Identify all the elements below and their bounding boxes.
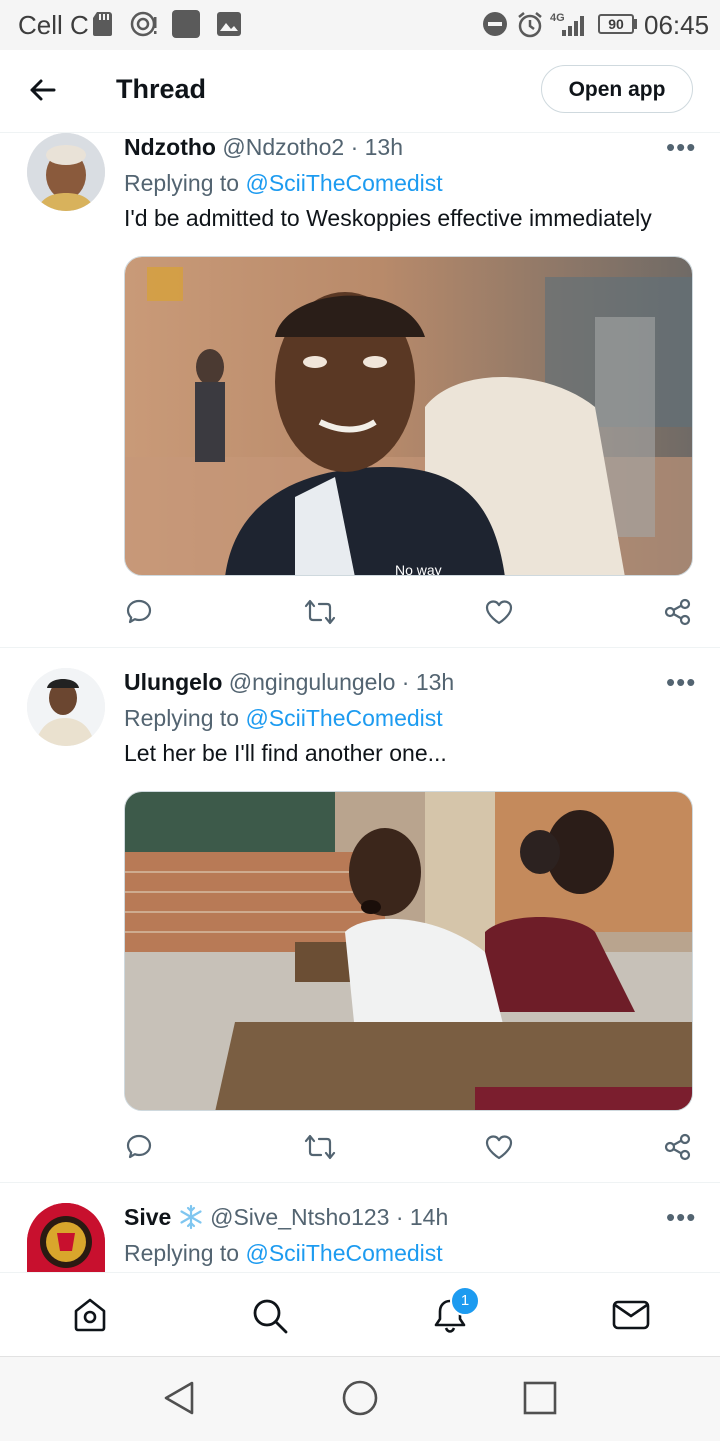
do-not-disturb-icon bbox=[483, 12, 507, 36]
status-bar: Cell C 4G 90 06:45 bbox=[0, 0, 720, 50]
back-triangle-icon[interactable] bbox=[162, 1380, 196, 1416]
tweet-author[interactable]: Ulungelo @ngingulungelo · 13h bbox=[124, 669, 454, 696]
home-icon[interactable] bbox=[72, 1297, 108, 1333]
replying-to: Replying to @SciiTheComedist bbox=[124, 170, 443, 197]
app-notification-icon bbox=[172, 10, 200, 38]
tweet-time: · 13h bbox=[350, 134, 403, 160]
author-handle: @Sive_Ntsho123 bbox=[210, 1204, 390, 1230]
share-icon[interactable] bbox=[664, 598, 692, 626]
tweet-divider bbox=[0, 647, 720, 648]
mention-link[interactable]: @SciiTheComedist bbox=[245, 1240, 442, 1266]
sd-card-icon bbox=[93, 12, 112, 36]
search-icon[interactable] bbox=[251, 1297, 289, 1335]
tweet-author[interactable]: Sive @Sive_Ntsho123 · 14h bbox=[124, 1204, 448, 1231]
recents-square-icon[interactable] bbox=[522, 1380, 558, 1416]
home-circle-icon[interactable] bbox=[341, 1379, 379, 1417]
mention-link[interactable]: @SciiTheComedist bbox=[245, 705, 442, 731]
avatar-photo bbox=[27, 1203, 105, 1272]
tweet-image[interactable]: No way bbox=[124, 256, 693, 576]
more-options-icon[interactable]: ••• bbox=[666, 667, 696, 698]
meme-photo-man: No way bbox=[125, 257, 692, 576]
more-options-icon[interactable]: ••• bbox=[666, 132, 696, 163]
messages-icon[interactable] bbox=[612, 1299, 650, 1331]
like-icon[interactable] bbox=[485, 599, 513, 625]
avatar-photo bbox=[27, 668, 105, 746]
author-name: Ndzotho bbox=[124, 134, 216, 160]
avatar[interactable] bbox=[27, 1203, 105, 1272]
avatar[interactable] bbox=[27, 133, 105, 211]
author-handle: @Ndzotho2 bbox=[222, 134, 345, 160]
author-name: Sive bbox=[124, 1204, 172, 1230]
like-icon[interactable] bbox=[485, 1134, 513, 1160]
signal-icon bbox=[562, 16, 584, 36]
tweet-author[interactable]: Ndzotho @Ndzotho2 · 13h bbox=[124, 134, 403, 161]
mention-link[interactable]: @SciiTheComedist bbox=[245, 170, 442, 196]
meme-photo-classroom bbox=[125, 792, 692, 1110]
tweet-time: · 14h bbox=[395, 1204, 449, 1230]
reply-icon[interactable] bbox=[126, 1133, 154, 1161]
battery-icon: 90 bbox=[598, 14, 634, 34]
reply-icon[interactable] bbox=[126, 598, 154, 626]
tweet-text: I'd be admitted to Weskoppies effective … bbox=[124, 205, 652, 231]
image-caption: No way bbox=[395, 562, 442, 576]
tweet-divider bbox=[0, 1182, 720, 1183]
retweet-icon[interactable] bbox=[304, 598, 336, 626]
open-app-button[interactable]: Open app bbox=[541, 65, 693, 113]
avatar-photo bbox=[27, 133, 105, 211]
more-options-icon[interactable]: ••• bbox=[666, 1202, 696, 1233]
battery-level: 90 bbox=[608, 16, 624, 32]
retweet-icon[interactable] bbox=[304, 1133, 336, 1161]
hotspot-icon bbox=[130, 11, 157, 37]
replying-to: Replying to @SciiTheComedist bbox=[124, 1240, 443, 1267]
replying-prefix: Replying to bbox=[124, 1240, 240, 1266]
gallery-icon bbox=[217, 12, 241, 36]
author-handle: @ngingulungelo bbox=[228, 669, 396, 695]
notification-badge: 1 bbox=[450, 1286, 480, 1316]
replying-to: Replying to @SciiTheComedist bbox=[124, 705, 443, 732]
page-title: Thread bbox=[116, 74, 207, 104]
snowflake-icon bbox=[180, 1204, 202, 1230]
tweet-time: · 13h bbox=[401, 669, 455, 695]
replying-prefix: Replying to bbox=[124, 170, 240, 196]
tweet-image[interactable] bbox=[124, 791, 693, 1111]
battery-tip bbox=[634, 19, 637, 29]
avatar[interactable] bbox=[27, 668, 105, 746]
alarm-icon bbox=[518, 12, 542, 38]
back-arrow-icon[interactable] bbox=[28, 76, 56, 104]
carrier-label: Cell C bbox=[18, 10, 89, 40]
replying-prefix: Replying to bbox=[124, 705, 240, 731]
author-name: Ulungelo bbox=[124, 669, 223, 695]
tweet-text: Let her be I'll find another one... bbox=[124, 740, 447, 766]
clock: 06:45 bbox=[644, 10, 710, 40]
share-icon[interactable] bbox=[664, 1133, 692, 1161]
